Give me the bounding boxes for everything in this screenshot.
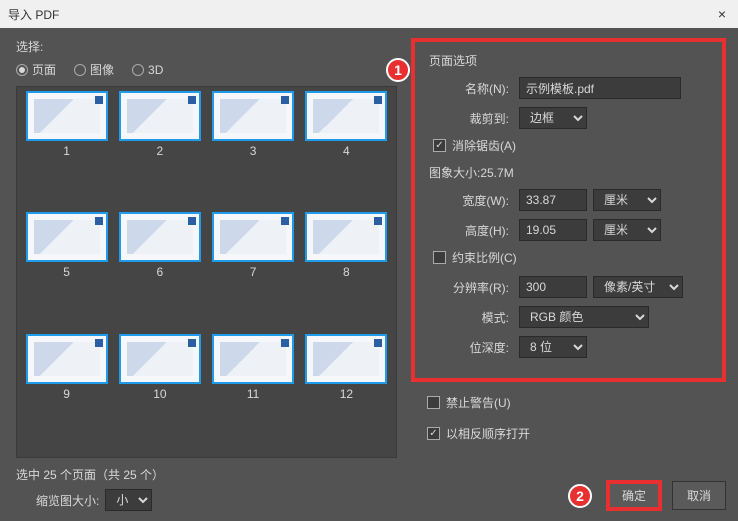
page-thumbnail[interactable] xyxy=(119,334,201,384)
window-title: 导入 PDF xyxy=(8,6,59,23)
thumbnail-cell[interactable]: 5 xyxy=(21,212,112,331)
thumbnail-cell[interactable]: 7 xyxy=(208,212,299,331)
reverse-order-checkbox[interactable] xyxy=(427,427,440,440)
right-panel: 1 页面选项 名称(N): 裁剪到: 边框 消除锯齿(A) 图象大小:25.7M… xyxy=(405,28,738,521)
page-thumbnail[interactable] xyxy=(305,212,387,262)
thumbnail-number: 11 xyxy=(247,387,259,401)
width-input[interactable] xyxy=(519,189,587,211)
width-label: 宽度(W): xyxy=(425,192,513,209)
resolution-label: 分辨率(R): xyxy=(425,279,513,296)
thumbnail-cell[interactable]: 4 xyxy=(301,91,392,210)
page-thumbnail[interactable] xyxy=(212,212,294,262)
page-thumbnail[interactable] xyxy=(26,334,108,384)
page-thumbnail[interactable] xyxy=(26,91,108,141)
constrain-label: 约束比例(C) xyxy=(452,249,517,266)
page-thumbnail[interactable] xyxy=(212,91,294,141)
page-thumbnail[interactable] xyxy=(119,91,201,141)
thumbnail-number: 4 xyxy=(343,144,350,158)
width-unit-select[interactable]: 厘米 xyxy=(593,189,661,211)
radio-icon xyxy=(132,64,144,76)
radio-3d[interactable]: 3D xyxy=(132,63,163,77)
thumbnail-number: 5 xyxy=(63,265,70,279)
resolution-input[interactable] xyxy=(519,276,587,298)
resolution-unit-select[interactable]: 像素/英寸 xyxy=(593,276,683,298)
page-thumbnail[interactable] xyxy=(26,212,108,262)
height-input[interactable] xyxy=(519,219,587,241)
thumbnail-cell[interactable]: 11 xyxy=(208,334,299,453)
page-thumbnail[interactable] xyxy=(305,334,387,384)
radio-image[interactable]: 图像 xyxy=(74,61,114,78)
page-thumbnail[interactable] xyxy=(119,212,201,262)
height-unit-select[interactable]: 厘米 xyxy=(593,219,661,241)
crop-select[interactable]: 边框 xyxy=(519,107,587,129)
name-label: 名称(N): xyxy=(425,80,513,97)
thumbnail-number: 6 xyxy=(157,265,164,279)
thumbnail-number: 8 xyxy=(343,265,350,279)
radio-label: 3D xyxy=(148,63,163,77)
thumbnail-number: 9 xyxy=(63,387,70,401)
depth-select[interactable]: 8 位 xyxy=(519,336,587,358)
name-input[interactable] xyxy=(519,77,681,99)
close-icon[interactable]: × xyxy=(714,6,730,22)
thumbnail-cell[interactable]: 3 xyxy=(208,91,299,210)
select-label: 选择: xyxy=(16,38,397,55)
crop-label: 裁剪到: xyxy=(425,110,513,127)
mode-label: 模式: xyxy=(425,309,513,326)
thumbnail-cell[interactable]: 1 xyxy=(21,91,112,210)
constrain-checkbox[interactable] xyxy=(433,251,446,264)
thumbnail-number: 12 xyxy=(340,387,353,401)
thumbnail-cell[interactable]: 8 xyxy=(301,212,392,331)
thumbnail-number: 10 xyxy=(153,387,166,401)
page-thumbnail[interactable] xyxy=(305,91,387,141)
radio-icon xyxy=(74,64,86,76)
thumb-size-label: 缩览图大小: xyxy=(36,492,99,509)
ok-button[interactable]: 确定 xyxy=(606,480,662,511)
suppress-warnings-label: 禁止警告(U) xyxy=(446,394,511,411)
image-size-title: 图象大小:25.7M xyxy=(425,164,712,181)
page-thumbnail[interactable] xyxy=(212,334,294,384)
mode-select[interactable]: RGB 颜色 xyxy=(519,306,649,328)
thumbnail-cell[interactable]: 6 xyxy=(114,212,205,331)
antialias-checkbox[interactable] xyxy=(433,139,446,152)
thumbnail-number: 7 xyxy=(250,265,257,279)
height-label: 高度(H): xyxy=(425,222,513,239)
thumbnail-cell[interactable]: 9 xyxy=(21,334,112,453)
title-bar: 导入 PDF × xyxy=(0,0,738,28)
reverse-order-label: 以相反顺序打开 xyxy=(446,425,530,442)
thumbnail-number: 2 xyxy=(157,144,164,158)
selection-info: 选中 25 个页面（共 25 个） xyxy=(16,466,397,483)
dialog-buttons: 2 确定 取消 xyxy=(411,474,726,511)
thumbnail-number: 3 xyxy=(250,144,257,158)
thumbnail-number: 1 xyxy=(63,144,70,158)
thumbnail-cell[interactable]: 10 xyxy=(114,334,205,453)
thumb-size-select[interactable]: 小 xyxy=(105,489,152,511)
cancel-button[interactable]: 取消 xyxy=(672,481,726,510)
annotation-badge-2: 2 xyxy=(568,484,592,508)
radio-label: 页面 xyxy=(32,61,56,78)
page-options-group: 页面选项 名称(N): 裁剪到: 边框 消除锯齿(A) 图象大小:25.7M 宽… xyxy=(411,38,726,382)
radio-label: 图像 xyxy=(90,61,114,78)
thumbnail-grid[interactable]: 123456789101112 xyxy=(16,86,397,458)
depth-label: 位深度: xyxy=(425,339,513,356)
content-type-radios: 页面 图像 3D xyxy=(16,61,397,78)
annotation-badge-1: 1 xyxy=(386,58,410,82)
radio-icon xyxy=(16,64,28,76)
suppress-warnings-checkbox[interactable] xyxy=(427,396,440,409)
antialias-label: 消除锯齿(A) xyxy=(452,137,516,154)
page-options-title: 页面选项 xyxy=(425,52,712,69)
radio-page[interactable]: 页面 xyxy=(16,61,56,78)
left-panel: 选择: 页面 图像 3D 123456789101112 选中 25 个页面（共… xyxy=(0,28,405,521)
thumbnail-cell[interactable]: 12 xyxy=(301,334,392,453)
thumbnail-cell[interactable]: 2 xyxy=(114,91,205,210)
